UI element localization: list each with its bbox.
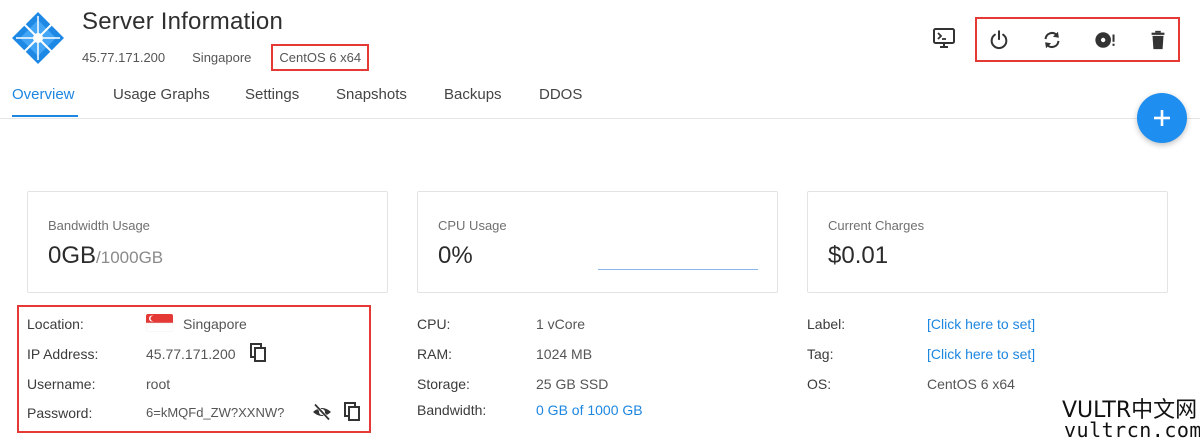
cpu-card-value: 0%	[438, 242, 473, 269]
bandwidth-card: Bandwidth Usage 0GB/1000GB	[27, 191, 388, 293]
watermark-url: vultrcn.com	[1064, 418, 1200, 442]
ram-label: RAM:	[417, 346, 452, 362]
bandwidth-total: /1000GB	[96, 248, 164, 267]
bandwidth-label: Bandwidth:	[417, 402, 487, 418]
location-label: Location:	[27, 316, 84, 332]
tab-ddos[interactable]: DDOS	[539, 86, 582, 103]
tab-settings[interactable]: Settings	[245, 86, 299, 103]
page-title: Server Information	[82, 8, 284, 35]
charges-card-value: $0.01	[828, 242, 889, 269]
storage-label: Storage:	[417, 376, 470, 392]
copy-icon[interactable]	[248, 342, 268, 362]
username-label: Username:	[27, 376, 96, 392]
ram-value: 1024 MB	[536, 346, 593, 362]
cpu-value: 1 vCore	[536, 316, 586, 332]
cpu-label: CPU:	[417, 316, 451, 332]
tag-label: Tag:	[807, 346, 834, 362]
add-button[interactable]	[1137, 93, 1187, 143]
set-tag-link[interactable]: [Click here to set]	[927, 346, 1035, 362]
ip-value: 45.77.171.200	[146, 346, 236, 362]
bandwidth-link[interactable]: 0 GB of 1000 GB	[536, 402, 643, 418]
os-label: OS:	[807, 376, 832, 392]
ip-label: IP Address:	[27, 346, 99, 362]
bandwidth-card-value: 0GB/1000GB	[48, 242, 163, 270]
server-ip: 45.77.171.200	[82, 50, 166, 65]
reinstall-icon[interactable]	[1094, 29, 1116, 51]
eye-off-icon[interactable]	[312, 402, 332, 422]
server-region: Singapore	[192, 50, 252, 65]
set-label-link[interactable]: [Click here to set]	[927, 316, 1035, 332]
os-value: CentOS 6 x64	[927, 376, 1015, 392]
server-os-badge: CentOS 6 x64	[271, 44, 370, 71]
copy-password-icon[interactable]	[342, 401, 362, 421]
console-icon[interactable]	[932, 26, 956, 50]
password-value: 6=kMQFd_ZW?XXNW?	[146, 405, 285, 420]
restart-icon[interactable]	[1041, 29, 1063, 51]
charges-card: Current Charges $0.01	[807, 191, 1168, 293]
active-tab-indicator	[12, 115, 78, 117]
cpu-card-label: CPU Usage	[438, 218, 507, 233]
location-value: Singapore	[183, 316, 247, 332]
singapore-flag-icon	[146, 314, 173, 332]
power-icon[interactable]	[988, 29, 1010, 51]
tab-usage-graphs[interactable]: Usage Graphs	[113, 86, 210, 103]
plus-icon	[1154, 110, 1170, 126]
tab-backups[interactable]: Backups	[444, 86, 502, 103]
label-label: Label:	[807, 316, 846, 332]
vultr-logo	[12, 12, 64, 64]
tab-snapshots[interactable]: Snapshots	[336, 86, 407, 103]
charges-card-label: Current Charges	[828, 218, 925, 233]
trash-icon[interactable]	[1147, 29, 1169, 51]
tab-overview[interactable]: Overview	[12, 86, 75, 103]
cpu-card: CPU Usage 0%	[417, 191, 778, 293]
tab-bar: Overview Usage Graphs Settings Snapshots…	[0, 76, 1200, 119]
server-actions	[975, 17, 1180, 62]
cpu-sparkline	[598, 269, 758, 270]
bandwidth-card-label: Bandwidth Usage	[48, 218, 150, 233]
password-label: Password:	[27, 405, 93, 421]
bandwidth-used: 0GB	[48, 242, 97, 269]
server-subline: 45.77.171.200 Singapore CentOS 6 x64	[82, 44, 396, 71]
username-value: root	[146, 376, 171, 392]
storage-value: 25 GB SSD	[536, 376, 609, 392]
